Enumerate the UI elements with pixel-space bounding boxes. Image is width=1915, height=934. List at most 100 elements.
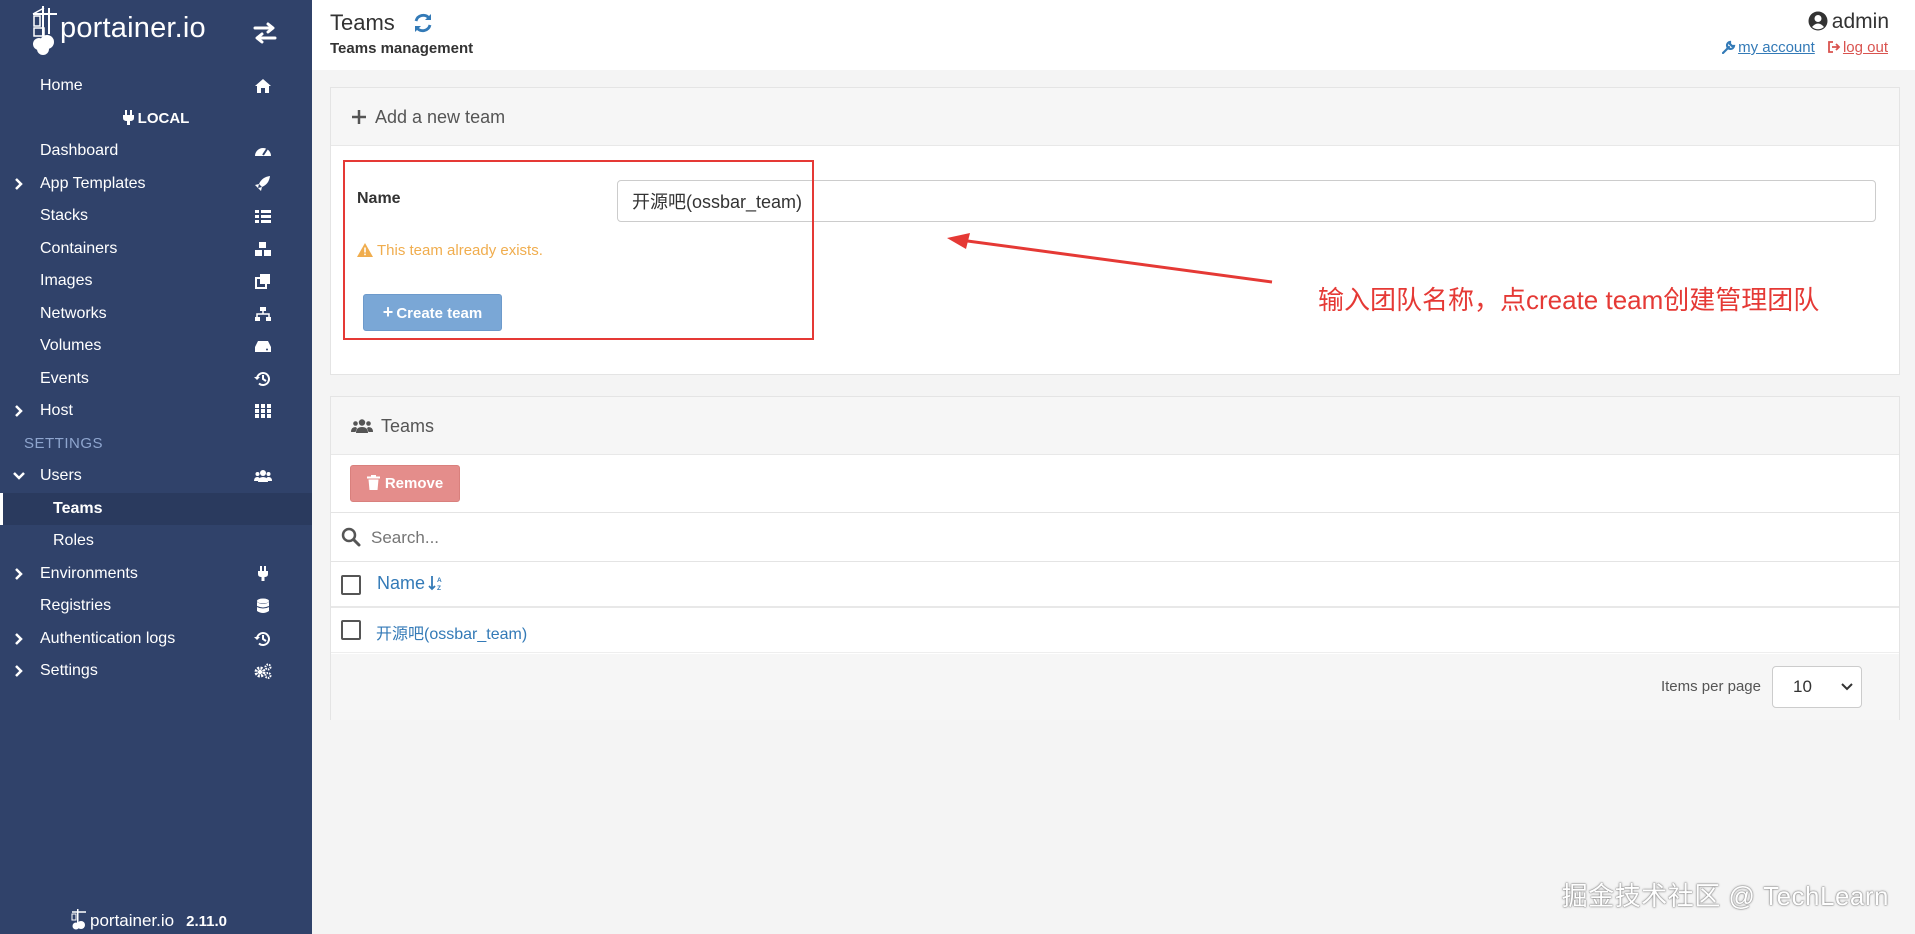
row-checkbox[interactable] [341,620,361,640]
team-name-label: Name [357,190,401,207]
add-team-widget: Add a new team Name This team already ex… [330,87,1900,375]
sidebar-item-label: Settings [40,662,98,679]
list-icon [255,210,271,223]
logout-link[interactable]: log out [1827,39,1888,56]
table-header: Name A Z [331,562,1899,608]
svg-text:Z: Z [437,585,441,591]
plus-icon [352,110,366,124]
sidebar-toggle-icon[interactable] [252,20,278,46]
sidebar-item-roles[interactable]: Roles [0,525,312,558]
select-all-checkbox[interactable] [341,575,361,595]
teams-widget: Teams Remove NameAZ 开源吧(ossbar_team) Ite… [330,396,1900,720]
sidebar-item-label: Networks [40,304,107,322]
items-per-page-label: Items per page [1660,678,1761,695]
table-footer: Items per page 10 [331,654,1899,720]
sidebar-item-containers[interactable]: Containers [0,233,312,266]
my-account-link[interactable]: my account [1721,39,1815,56]
teams-header: Teams [331,397,1899,455]
sidebar-item-label: Teams [53,499,103,517]
sidebar-item-networks[interactable]: Networks [0,298,312,331]
sidebar-item-volumes[interactable]: Volumes [0,330,312,363]
brand-name: portainer.io [60,12,206,44]
trash-icon [366,475,380,490]
chevron-right-icon [15,405,23,417]
sidebar-item-label: Stacks [40,207,89,224]
items-per-page-value: 10 [1793,677,1812,696]
sidebar-item-label: Images [40,272,93,289]
th-icon [255,404,271,418]
warning-icon [357,243,373,257]
remove-button[interactable]: Remove [350,465,460,502]
sidebar-item-home[interactable]: Home [0,70,312,103]
table-row: 开源吧(ossbar_team) [331,608,1899,653]
username: admin [1831,10,1889,33]
watermark: 掘金技术社区 @ TechLearn [1561,881,1889,911]
footer-version: 2.11.0 [186,913,228,930]
team-exists-warning: This team already exists. [357,242,543,259]
user-menu: admin [1808,10,1889,34]
sidebar-item-label: Registries [40,597,112,614]
add-team-title: Add a new team [375,107,506,127]
sidebar-item-teams[interactable]: Teams [0,492,312,525]
history-icon [254,371,270,386]
sidebar-item-users[interactable]: Users [0,460,312,493]
home-icon [255,79,271,93]
chevron-down-icon [1841,683,1853,691]
team-name-input[interactable] [617,180,1876,222]
chevron-right-icon [15,177,23,190]
users-icon [254,470,272,482]
sidebar-item-settings[interactable]: Settings [0,655,312,688]
dashboard-icon [255,148,271,156]
sidebar-item-app-templates[interactable]: App Templates [0,168,312,201]
create-team-button[interactable]: + Create team [363,294,502,331]
sidebar-item-label: Roles [53,532,94,549]
sidebar-item-label: Environments [40,564,138,582]
search-bar [331,514,1899,562]
environment-name[interactable]: LOCAL [0,103,312,136]
teams-toolbar [331,455,1899,513]
sort-icon: AZ [428,576,442,592]
sidebar-item-label: App Templates [40,174,146,192]
teams-title: Teams [381,416,435,436]
sidebar-item-images[interactable]: Images [0,265,312,298]
search-icon [341,527,361,547]
name-column-label: Name [377,573,426,593]
create-team-label: Create team [396,305,483,322]
sidebar-item-label: Events [40,369,89,387]
sidebar-item-host[interactable]: Host [0,395,312,428]
user-circle-icon [1808,11,1828,31]
sidebar-section-settings: SETTINGS [24,434,104,452]
sidebar-item-label: Volumes [40,337,102,354]
sidebar-item-label: Users [40,467,82,484]
sidebar-item-dashboard[interactable]: Dashboard [0,135,312,168]
brand: portainer.io [0,0,312,64]
sidebar-footer: portainer.io 2.11.0 [70,908,227,934]
warning-text: This team already exists. [377,242,543,259]
sidebar-nav: Home LOCAL Dashboard App Templates Stack… [0,70,312,688]
sidebar-item-registries[interactable]: Registries [0,590,312,623]
sidebar-item-events[interactable]: Events [0,363,312,396]
sidebar-item-label: Host [40,402,73,419]
portainer-logo-icon[interactable] [30,4,60,56]
search-input[interactable] [371,522,1871,554]
annotation-text: 输入团队名称，点create team创建管理团队 [1318,285,1820,315]
users-icon [351,419,373,433]
page-header: Teams Teams management admin my account … [312,0,1915,70]
logout-label: log out [1842,39,1888,56]
sidebar-item-label: Containers [40,239,118,257]
cogs-icon [254,663,272,679]
refresh-icon[interactable] [412,12,434,34]
chevron-right-icon [15,665,23,677]
plug-icon [258,565,268,581]
my-account-label: my account [1738,39,1815,56]
cubes-icon [255,241,271,256]
sidebar-item-label: Dashboard [40,142,119,159]
name-column-header[interactable]: Name A Z [377,573,444,594]
chevron-down-icon [13,472,25,480]
team-name-link[interactable]: 开源吧(ossbar_team) [376,620,527,644]
wrench-icon [1721,40,1736,55]
sidebar-item-stacks[interactable]: Stacks [0,200,312,233]
sidebar-item-environments[interactable]: Environments [0,558,312,591]
items-per-page-select[interactable]: 10 [1772,666,1862,708]
sidebar-item-authentication-logs[interactable]: Authentication logs [0,623,312,656]
